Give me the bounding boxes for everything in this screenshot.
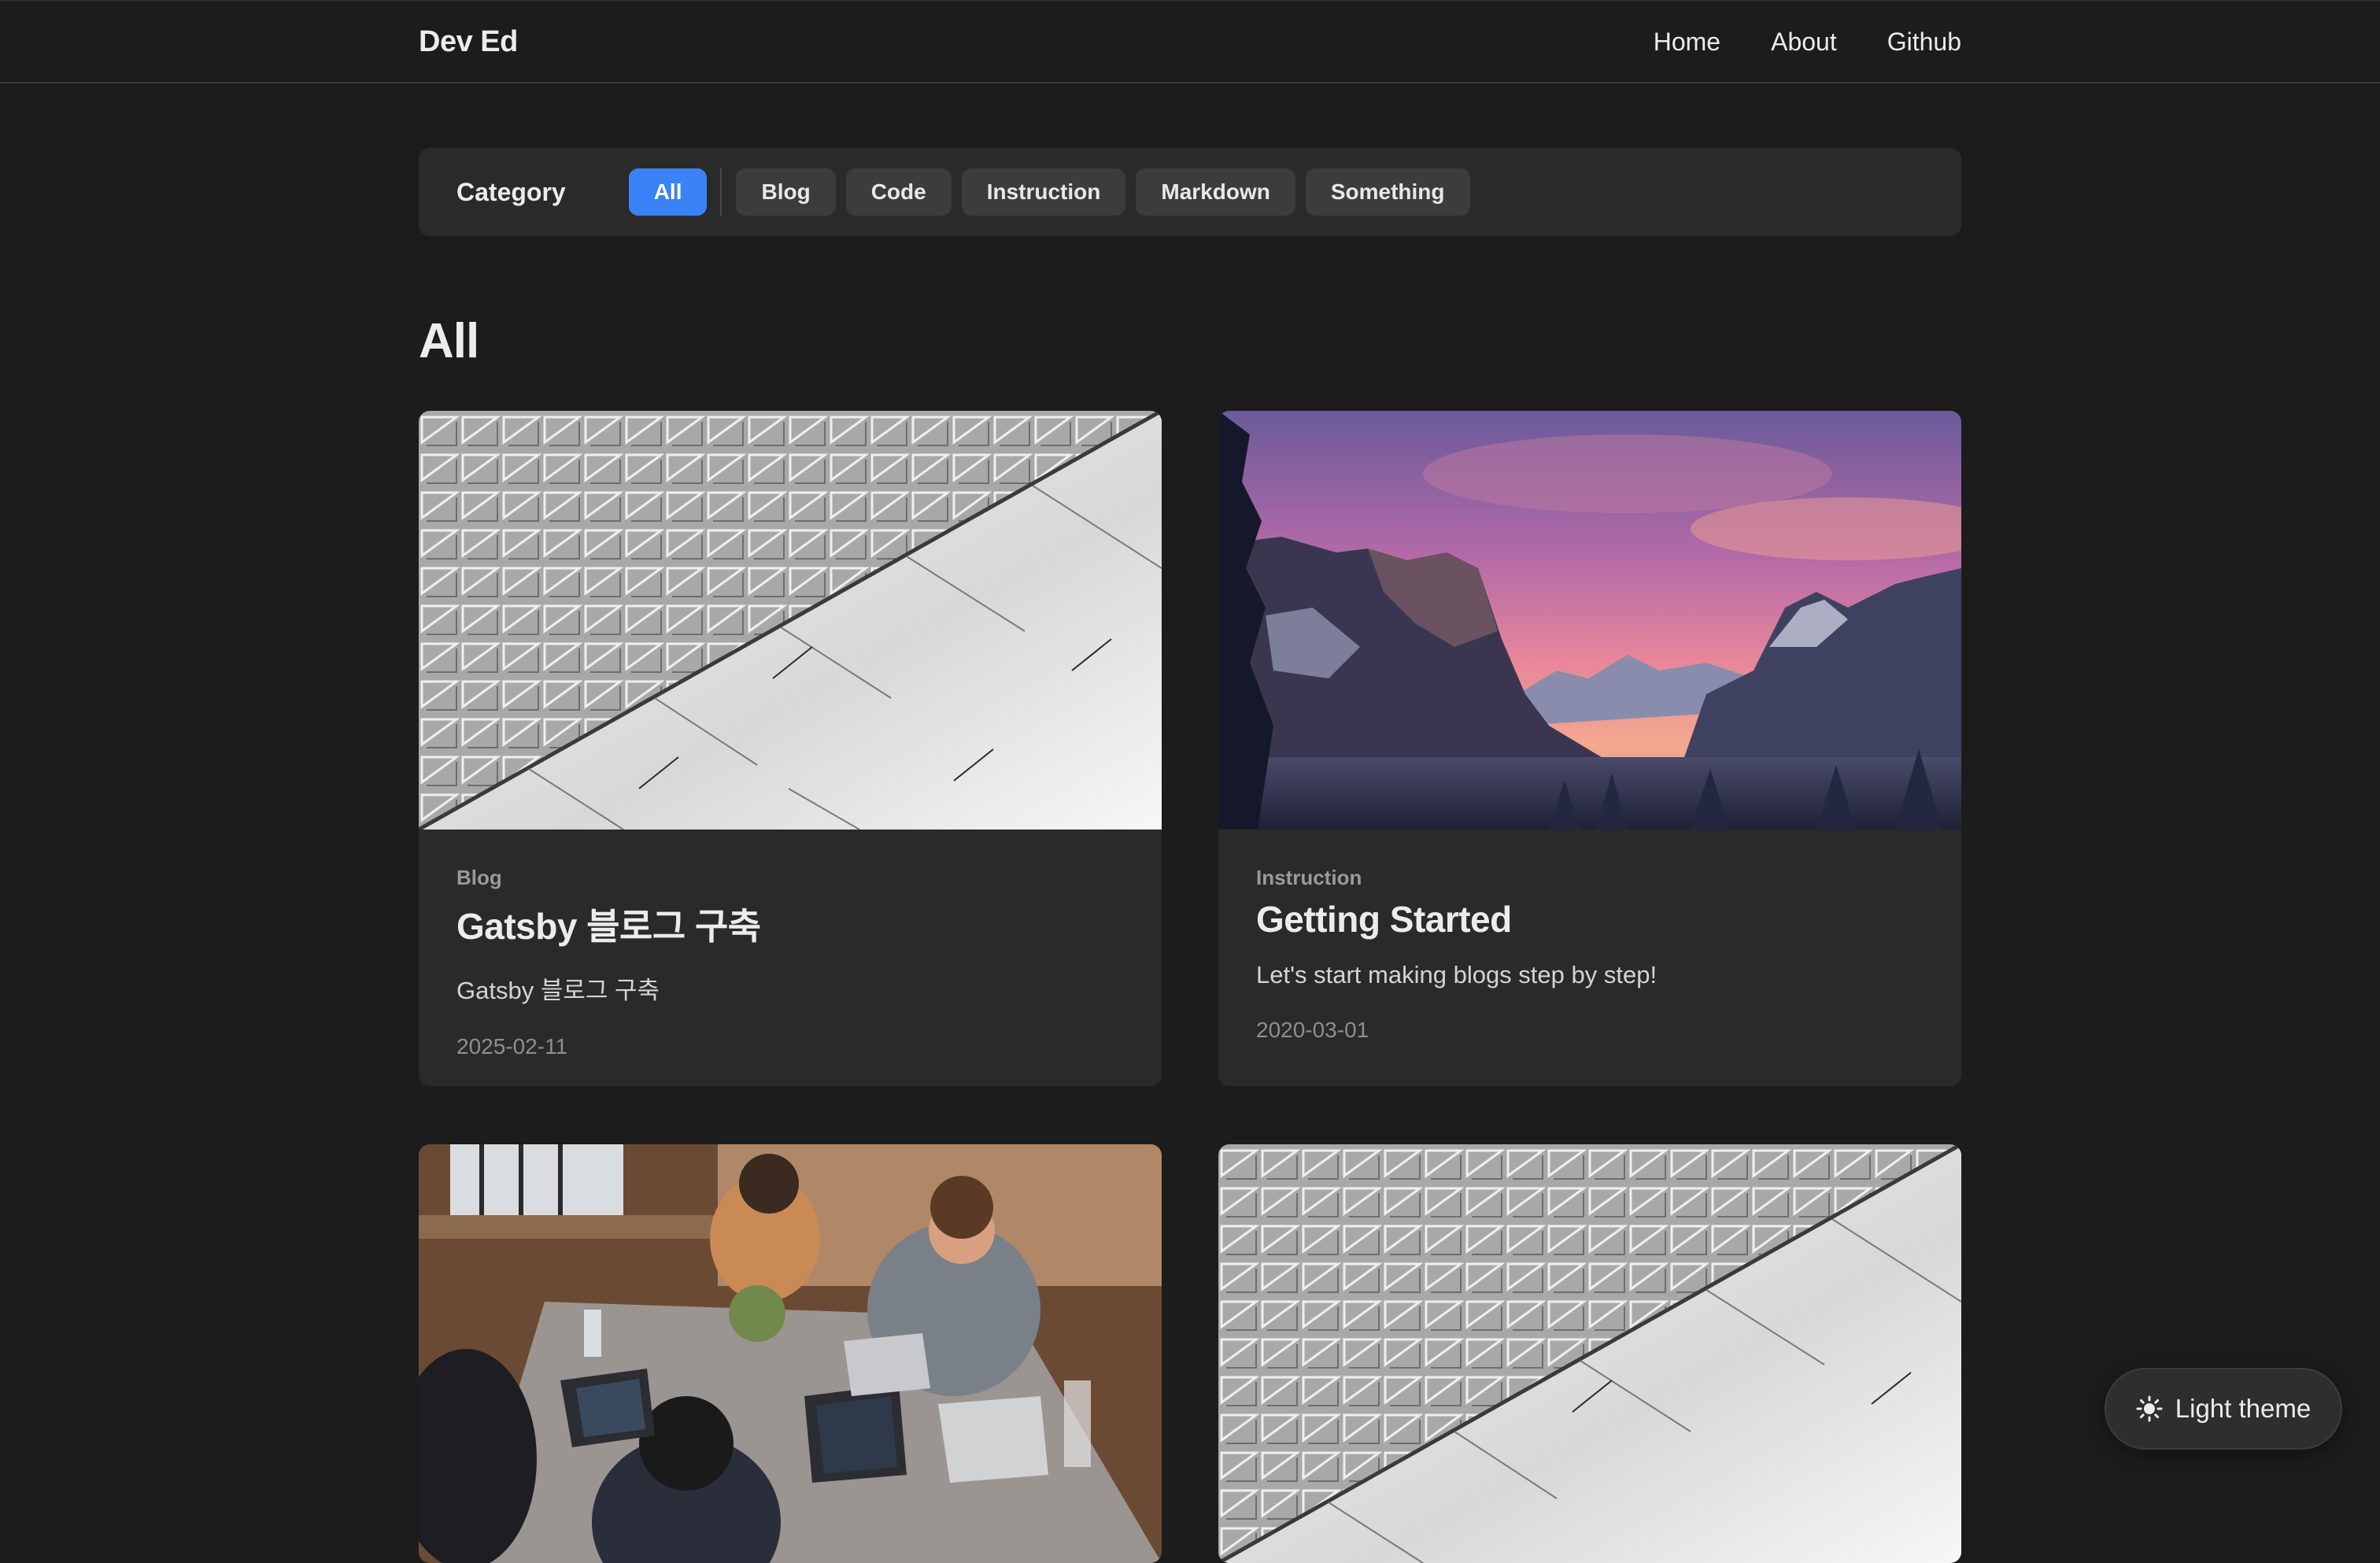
post-summary: Gatsby 블로그 구축 [456,977,660,1004]
post-card[interactable]: Blog Gatsby 블로그 구축 Gatsby 블로그 구축 2025-02… [419,411,1162,1086]
section-title: All [419,314,479,368]
category-divider [720,168,722,216]
post-date: 2025-02-11 [456,1034,568,1059]
site-brand[interactable]: Dev Ed [419,25,518,59]
post-title[interactable]: Getting Started [1256,898,1924,940]
category-pill-all[interactable]: All [628,168,708,216]
category-pill-markdown[interactable]: Markdown [1136,168,1295,216]
category-pill-code[interactable]: Code [845,168,952,216]
post-card[interactable]: Instruction Getting Started Let's start … [1218,411,1961,1086]
post-category: Blog [456,866,502,889]
theme-toggle-button[interactable]: Light theme [2105,1368,2342,1450]
main-nav: Home About Github [1654,28,1961,57]
post-card[interactable] [419,1144,1162,1563]
architecture-facade-icon [419,411,1162,830]
post-category: Instruction [1256,866,1362,889]
post-card-body: Instruction Getting Started Let's start … [1218,830,1961,1086]
mountain-sunset-icon [1218,411,1961,830]
nav-link-home[interactable]: Home [1654,28,1720,57]
theme-toggle-label: Light theme [2175,1394,2312,1423]
nav-link-about[interactable]: About [1771,28,1837,57]
category-pill-blog[interactable]: Blog [736,168,836,216]
post-summary: Let's start making blogs step by step! [1256,961,1658,988]
post-date: 2020-03-01 [1256,1018,1369,1042]
post-title[interactable]: Gatsby 블로그 구축 [456,898,1124,950]
team-working-laptops-icon [419,1144,1162,1563]
category-filter-bar: Category All Blog Code Instruction Markd… [419,148,1961,236]
post-card-body: Blog Gatsby 블로그 구축 Gatsby 블로그 구축 2025-02… [419,830,1162,1086]
nav-link-github[interactable]: Github [1887,28,1961,57]
top-navbar: Dev Ed Home About Github [0,0,2380,83]
post-card[interactable] [1218,1144,1961,1563]
architecture-facade-icon [1218,1144,1961,1563]
category-pill-something[interactable]: Something [1305,168,1470,216]
category-pill-instruction[interactable]: Instruction [961,168,1126,216]
category-label: Category [456,177,566,206]
sun-icon [2136,1395,2163,1422]
